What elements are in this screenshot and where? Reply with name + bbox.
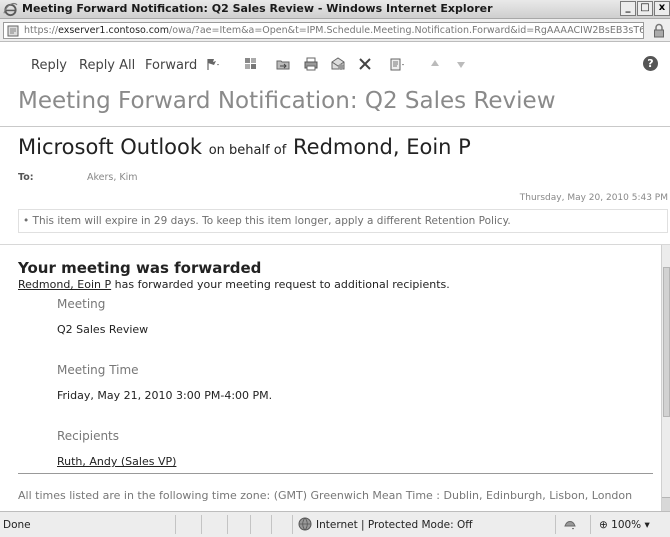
- more-actions-icon[interactable]: [389, 56, 405, 72]
- minimize-button[interactable]: _: [620, 1, 636, 16]
- security-zone[interactable]: Internet | Protected Mode: Off: [316, 519, 472, 531]
- sender-secondary[interactable]: Redmond, Eoin P: [293, 135, 471, 159]
- address-bar: https://exserver1.contoso.com/owa/?ae=It…: [0, 19, 670, 42]
- sender-line: Microsoft Outlook on behalf of Redmond, …: [18, 135, 471, 159]
- message-title: Meeting Forward Notification: Q2 Sales R…: [18, 88, 556, 114]
- status-divider: [227, 515, 228, 534]
- meeting-time-label: Meeting Time: [57, 363, 139, 377]
- to-label: To:: [18, 172, 34, 183]
- message-toolbar: Reply Reply All Forward: [0, 43, 670, 85]
- retention-notice: • This item will expire in 29 days. To k…: [18, 209, 668, 233]
- ie-logo-icon: [3, 3, 18, 17]
- globe-icon: [298, 517, 312, 531]
- status-divider: [590, 515, 591, 534]
- meeting-time-value: Friday, May 21, 2010 3:00 PM-4:00 PM.: [57, 389, 273, 402]
- sent-date: Thursday, May 20, 2010 5:43 PM: [519, 193, 668, 203]
- next-icon[interactable]: [453, 56, 469, 72]
- zoom-value: 100%: [611, 519, 642, 531]
- reply-button[interactable]: Reply: [31, 58, 67, 73]
- forward-text: has forwarded your meeting request to ad…: [114, 278, 450, 291]
- zoom-level[interactable]: ⊕ 100% ▾: [599, 519, 650, 531]
- status-divider: [201, 515, 202, 534]
- junk-icon[interactable]: [330, 56, 346, 72]
- timezone-note: All times listed are in the following ti…: [18, 489, 633, 502]
- on-behalf-label: on behalf of: [208, 143, 287, 158]
- maximize-button[interactable]: □: [637, 1, 653, 16]
- header-divider: [0, 126, 670, 127]
- window-controls: _ □ x: [619, 1, 670, 17]
- status-divider: [175, 515, 176, 534]
- reply-all-button[interactable]: Reply All: [79, 58, 135, 73]
- forward-line: Redmond, Eoin P has forwarded your meeti…: [18, 278, 450, 291]
- body-heading: Your meeting was forwarded: [18, 259, 262, 277]
- help-icon[interactable]: ?: [643, 56, 658, 71]
- previous-icon[interactable]: [427, 56, 443, 72]
- body-divider: [18, 473, 653, 474]
- url-path: /owa/?ae=Item&a=Open&t=IPM.Schedule.Meet…: [169, 25, 644, 36]
- status-bar: Done Internet | Protected Mode: Off ⊕ 10…: [0, 511, 670, 537]
- title-bar: Meeting Forward Notification: Q2 Sales R…: [0, 0, 670, 19]
- sender-primary[interactable]: Microsoft Outlook: [18, 135, 202, 159]
- window-title: Meeting Forward Notification: Q2 Sales R…: [22, 2, 493, 15]
- url-field[interactable]: https://exserver1.contoso.com/owa/?ae=It…: [3, 22, 644, 39]
- status-text: Done: [3, 519, 31, 531]
- scroll-down-button[interactable]: [662, 497, 670, 511]
- vertical-scrollbar[interactable]: [661, 245, 670, 511]
- status-divider: [555, 515, 556, 534]
- scrollbar-thumb[interactable]: [663, 267, 670, 417]
- status-divider: [292, 515, 293, 534]
- flag-icon[interactable]: [205, 56, 221, 72]
- close-button[interactable]: x: [654, 1, 670, 16]
- url-host: exserver1.contoso.com: [58, 25, 169, 36]
- move-icon[interactable]: [275, 56, 291, 72]
- page-icon: [7, 25, 19, 37]
- recipient-link[interactable]: Ruth, Andy (Sales VP): [57, 455, 176, 468]
- forwarder-link[interactable]: Redmond, Eoin P: [18, 278, 111, 291]
- lock-icon[interactable]: [652, 23, 666, 38]
- recipients-label: Recipients: [57, 429, 120, 443]
- status-divider: [271, 515, 272, 534]
- meeting-value: Q2 Sales Review: [57, 323, 149, 336]
- categories-icon[interactable]: [243, 56, 259, 72]
- meeting-label: Meeting: [57, 297, 106, 311]
- delete-icon[interactable]: [357, 56, 373, 72]
- message-body: Your meeting was forwarded Redmond, Eoin…: [0, 244, 670, 511]
- url-prefix: https://: [24, 25, 59, 36]
- security-status-icon[interactable]: [563, 517, 577, 531]
- forward-button[interactable]: Forward: [145, 58, 197, 73]
- status-divider: [250, 515, 251, 534]
- to-recipient[interactable]: Akers, Kim: [87, 172, 138, 183]
- print-icon[interactable]: [303, 56, 319, 72]
